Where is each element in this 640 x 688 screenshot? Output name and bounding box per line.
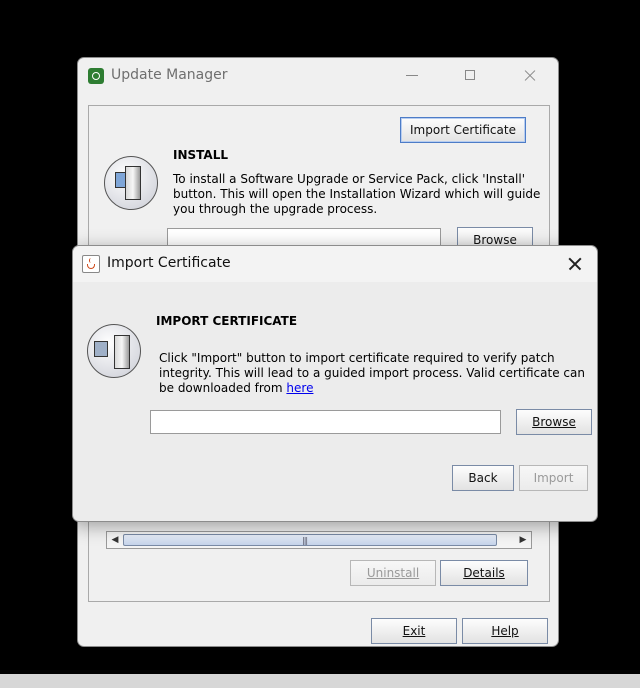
close-icon[interactable]: [518, 64, 542, 88]
help-button[interactable]: Help: [462, 618, 548, 644]
scroll-thumb[interactable]: |||: [123, 534, 497, 546]
main-titlebar[interactable]: Update Manager: [78, 58, 558, 94]
back-button[interactable]: Back: [452, 465, 514, 491]
import-certificate-button[interactable]: Import Certificate: [400, 117, 526, 143]
scroll-left-icon[interactable]: ◀: [109, 532, 121, 548]
import-description-text: Click "Import" button to import certific…: [159, 351, 585, 395]
uninstall-label: Uninstall: [366, 566, 420, 580]
exit-button[interactable]: Exit: [371, 618, 457, 644]
details-button[interactable]: Details: [440, 560, 528, 586]
install-heading: INSTALL: [173, 148, 228, 162]
maximize-icon[interactable]: [458, 64, 482, 88]
computer-tower-shape: [114, 335, 130, 369]
help-label: Help: [491, 624, 519, 638]
computer-import-icon: [87, 324, 141, 378]
import-button: Import: [519, 465, 588, 491]
update-manager-app-icon: [88, 68, 104, 84]
exit-label: Exit: [402, 624, 426, 638]
uninstall-button: Uninstall: [350, 560, 436, 586]
download-here-link[interactable]: here: [286, 381, 313, 395]
horizontal-scrollbar[interactable]: ◀ ||| ▶: [106, 531, 532, 549]
scroll-grip-icon: |||: [302, 536, 308, 545]
import-certificate-dialog: Import Certificate IMPORT CERTIFICATE Cl…: [72, 245, 598, 522]
import-heading: IMPORT CERTIFICATE: [156, 314, 298, 328]
dialog-title: Import Certificate: [107, 255, 231, 271]
scroll-right-icon[interactable]: ▶: [517, 532, 529, 548]
minimize-icon[interactable]: [400, 64, 424, 88]
computer-tower-shape: [125, 166, 141, 200]
taskbar-strip: [0, 674, 640, 688]
import-description: Click "Import" button to import certific…: [159, 351, 589, 396]
certificate-path-input[interactable]: [150, 410, 501, 434]
computer-install-icon: [104, 156, 158, 210]
main-window-title: Update Manager: [111, 67, 228, 83]
certificate-browse-button[interactable]: Browse: [516, 409, 592, 435]
details-label: Details: [463, 566, 505, 580]
dialog-close-icon[interactable]: [563, 252, 587, 276]
install-description: To install a Software Upgrade or Service…: [173, 172, 541, 216]
java-cup-icon: [82, 255, 100, 273]
browse-label: Browse: [532, 415, 576, 429]
computer-screen-shape: [94, 341, 108, 357]
dialog-titlebar[interactable]: Import Certificate: [73, 246, 597, 282]
